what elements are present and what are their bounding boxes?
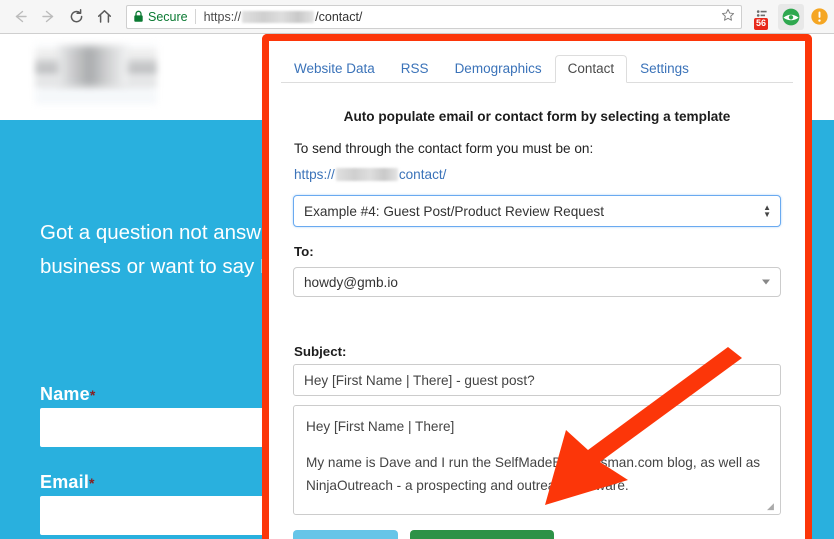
lock-icon: [133, 10, 144, 23]
home-icon[interactable]: [90, 3, 118, 31]
security-status-label: Secure: [148, 9, 188, 24]
tab-contact[interactable]: Contact: [554, 54, 628, 83]
ninjaoutreach-extension-icon[interactable]: [778, 3, 804, 30]
popup-url-scheme: https://: [294, 167, 335, 182]
popup-subheading: To send through the contact form you mus…: [294, 141, 594, 156]
spinner-arrows-icon: ▲ ▼: [763, 203, 771, 219]
tab-demographics[interactable]: Demographics: [442, 55, 555, 84]
back-arrow-icon[interactable]: [6, 3, 34, 31]
omnibox-divider: [194, 9, 196, 24]
template-select-value: Example #4: Guest Post/Product Review Re…: [304, 204, 604, 219]
name-required-marker: *: [89, 387, 96, 403]
extension-popup: Website Data RSS Demographics Contact Se…: [269, 36, 805, 539]
subject-input[interactable]: Hey [First Name | There] - guest post?: [293, 364, 781, 396]
to-select[interactable]: howdy@gmb.io: [293, 267, 781, 297]
popup-redacted-domain: [335, 168, 398, 181]
name-field-label: Name*: [40, 384, 95, 405]
tab-website-data[interactable]: Website Data: [281, 55, 388, 84]
redacted-domain: [242, 10, 315, 23]
forward-arrow-icon[interactable]: [34, 3, 62, 31]
browser-toolbar: Secure https:// /contact/ 56: [0, 0, 834, 34]
extension-badge-count: 56: [754, 17, 769, 30]
to-select-value: howdy@gmb.io: [304, 275, 398, 290]
star-icon[interactable]: [715, 8, 735, 25]
resize-grip-icon[interactable]: ◢: [767, 502, 777, 512]
url-scheme: https://: [203, 9, 242, 24]
url-text: https:// /contact/: [204, 10, 363, 24]
name-label-text: Name: [40, 384, 90, 404]
fill-contact-form-button[interactable]: Fill Contact Form: [410, 530, 554, 539]
email-required-marker: *: [89, 475, 95, 491]
message-textarea[interactable]: Hey [First Name | There] My name is Dave…: [293, 405, 781, 515]
address-bar[interactable]: Secure https:// /contact/: [126, 4, 742, 29]
alert-extension-icon[interactable]: [806, 4, 832, 30]
subject-label: Subject:: [294, 344, 347, 359]
popup-page-url[interactable]: https:// contact/: [294, 167, 446, 182]
reload-icon[interactable]: [62, 3, 90, 31]
chevron-down-icon: [762, 279, 770, 285]
extension-badge-icon[interactable]: 56: [750, 4, 776, 30]
tab-rss[interactable]: RSS: [388, 55, 442, 84]
popup-tab-bar: Website Data RSS Demographics Contact Se…: [281, 49, 793, 83]
site-logo-redacted-inner: [58, 46, 128, 86]
message-line-2: My name is Dave and I run the SelfMadeBu…: [306, 454, 761, 494]
email-field-label: Email*: [40, 472, 95, 493]
subject-input-value: Hey [First Name | There] - guest post?: [304, 373, 535, 388]
message-line-1: Hey [First Name | There]: [306, 419, 455, 434]
send-email-button[interactable]: Send Email: [293, 530, 398, 539]
popup-heading: Auto populate email or contact form by s…: [343, 109, 731, 124]
email-label-text: Email: [40, 472, 90, 492]
url-path: /contact/: [315, 9, 363, 24]
tab-settings[interactable]: Settings: [627, 55, 702, 84]
to-label: To:: [294, 244, 314, 259]
template-select[interactable]: Example #4: Guest Post/Product Review Re…: [293, 195, 781, 227]
popup-url-path: contact/: [398, 167, 447, 182]
